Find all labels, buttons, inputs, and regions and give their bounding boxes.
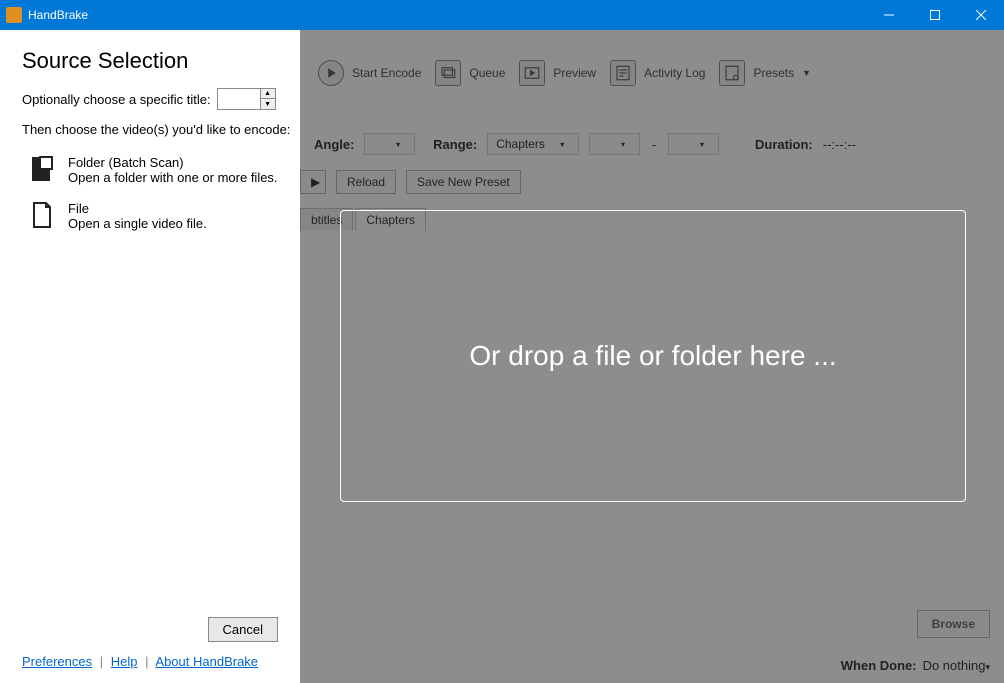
spinner-down-button[interactable]: ▼	[261, 99, 275, 109]
app-icon	[6, 7, 22, 23]
panel-footer-links: Preferences | Help | About HandBrake	[0, 654, 300, 683]
open-file-desc: Open a single video file.	[68, 216, 207, 231]
open-folder-option[interactable]: Folder (Batch Scan) Open a folder with o…	[30, 155, 300, 185]
drop-zone[interactable]: Or drop a file or folder here ...	[340, 210, 966, 502]
title-selector-row: Optionally choose a specific title: ▲ ▼	[22, 88, 300, 110]
cancel-button[interactable]: Cancel	[208, 617, 278, 642]
open-folder-title: Folder (Batch Scan)	[68, 155, 278, 170]
open-file-option[interactable]: File Open a single video file.	[30, 201, 300, 231]
window-title: HandBrake	[28, 8, 866, 22]
maximize-button[interactable]	[912, 0, 958, 30]
open-file-title: File	[68, 201, 207, 216]
drop-zone-label: Or drop a file or folder here ...	[469, 340, 836, 372]
about-link[interactable]: About HandBrake	[155, 654, 258, 669]
title-number-input[interactable]	[218, 89, 260, 109]
source-selection-panel: Source Selection Optionally choose a spe…	[0, 30, 300, 683]
help-link[interactable]: Help	[111, 654, 138, 669]
title-selector-label: Optionally choose a specific title:	[22, 92, 211, 107]
file-icon	[30, 201, 54, 229]
minimize-button[interactable]	[866, 0, 912, 30]
encode-instruction-label: Then choose the video(s) you'd like to e…	[22, 122, 300, 137]
title-number-spinner[interactable]: ▲ ▼	[217, 88, 276, 110]
close-button[interactable]	[958, 0, 1004, 30]
titlebar: HandBrake	[0, 0, 1004, 30]
folder-icon	[30, 155, 54, 183]
app-body: Start Encode Queue Preview Activity Log …	[0, 30, 1004, 683]
panel-title: Source Selection	[22, 48, 300, 74]
open-folder-desc: Open a folder with one or more files.	[68, 170, 278, 185]
window-controls	[866, 0, 1004, 30]
spinner-up-button[interactable]: ▲	[261, 89, 275, 99]
preferences-link[interactable]: Preferences	[22, 654, 92, 669]
